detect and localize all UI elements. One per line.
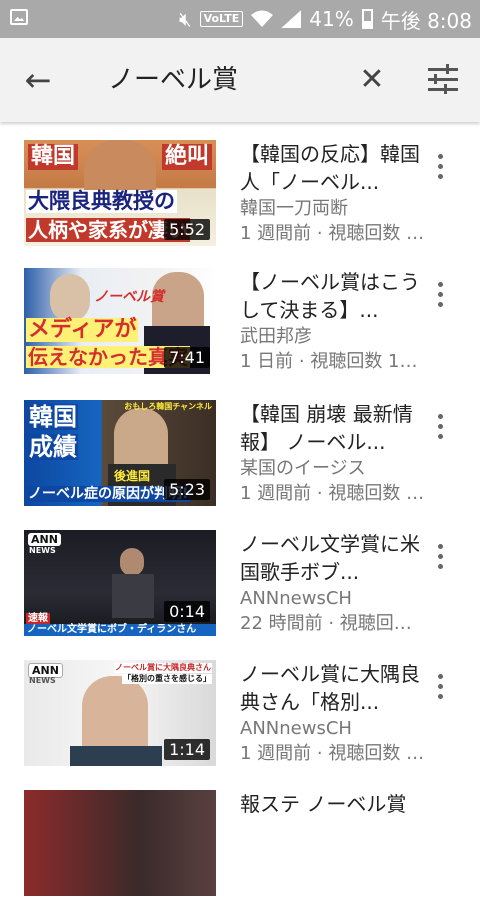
- video-stats: 1 週間前 · 視聴回数 5...: [240, 483, 425, 504]
- video-stats: 1 日前 · 視聴回数 191...: [240, 351, 425, 372]
- clock: 午後 8:08: [380, 8, 472, 33]
- thumb-text: 「格別の重さを感じる」: [122, 674, 212, 684]
- thumb-text: 韓国: [28, 403, 78, 431]
- thumb-text: 成績: [28, 433, 78, 461]
- search-query[interactable]: ノーベル賞: [108, 60, 238, 100]
- video-title[interactable]: 【ノーベル賞はこうして決まる】...: [240, 268, 425, 324]
- video-result-6[interactable]: 報ステ ノーベル賞: [0, 790, 480, 920]
- video-stats: 1 週間前 · 視聴回数 5...: [240, 223, 425, 244]
- video-thumbnail[interactable]: 韓国 絶叫 大隈良典教授の 人柄や家系が凄い 5:52: [24, 140, 216, 246]
- gallery-notification-icon: [10, 9, 28, 25]
- video-title[interactable]: 【韓国 崩壊 最新情報】 ノーベル...: [240, 400, 425, 456]
- video-title[interactable]: ノーベル賞に大隅良典さん「格別...: [240, 660, 425, 716]
- video-duration: 5:23: [164, 479, 210, 500]
- thumb-text: 絶叫: [161, 144, 212, 170]
- more-options-icon[interactable]: [428, 542, 452, 572]
- video-duration: 7:41: [164, 347, 210, 368]
- battery-icon: [361, 9, 373, 29]
- more-options-icon[interactable]: [428, 280, 452, 310]
- filter-icon[interactable]: [426, 64, 462, 94]
- thumb-text: 後進国: [114, 469, 151, 483]
- clear-search-icon[interactable]: ✕: [356, 60, 388, 100]
- thumb-text: ノーベル賞に大隅良典さん: [114, 663, 212, 673]
- back-arrow-icon[interactable]: ←: [18, 60, 58, 100]
- more-options-icon[interactable]: [428, 672, 452, 702]
- video-thumbnail[interactable]: ノーベル賞 メディアが 伝えなかった真実 7:41: [24, 268, 216, 374]
- video-result-1[interactable]: 韓国 絶叫 大隈良典教授の 人柄や家系が凄い 5:52 【韓国の反応】韓国人「ノ…: [0, 140, 480, 270]
- more-options-icon[interactable]: [428, 152, 452, 182]
- video-title[interactable]: ノーベル文学賞に米国歌手ボブ...: [240, 530, 425, 586]
- signal-icon: [281, 10, 302, 28]
- volte-icon: VoLTE: [199, 11, 244, 27]
- thumb-text: ノーベル文学賞にボブ・ディランさん: [24, 624, 216, 636]
- thumb-text: メディアが: [26, 317, 139, 342]
- thumb-text: ANN: [28, 533, 61, 546]
- video-stats: 22 時間前 · 視聴回数 1...: [240, 613, 425, 634]
- video-duration: 1:14: [164, 739, 210, 760]
- channel-name: ANNnewsCH: [240, 718, 352, 739]
- battery-percent: 41%: [309, 7, 354, 31]
- more-options-icon[interactable]: [428, 412, 452, 442]
- video-stats: 1 週間前 · 視聴回数 72...: [240, 743, 425, 764]
- video-thumbnail[interactable]: ANN NEWS ノーベル賞に大隅良典さん 「格別の重さを感じる」 1:14: [24, 660, 216, 766]
- channel-name: 武田邦彦: [240, 326, 312, 347]
- video-title[interactable]: 報ステ ノーベル賞: [240, 790, 425, 846]
- thumb-text: 韓国: [28, 144, 79, 170]
- video-result-2[interactable]: ノーベル賞 メディアが 伝えなかった真実 7:41 【ノーベル賞はこうして決まる…: [0, 268, 480, 398]
- status-bar: 🔇︎ VoLTE 41% 午後 8:08: [0, 0, 480, 38]
- channel-name: 韓国一刀両断: [240, 198, 348, 219]
- channel-name: ANNnewsCH: [240, 588, 352, 609]
- search-bar: ← ノーベル賞 ✕: [0, 38, 480, 122]
- video-result-5[interactable]: ANN NEWS ノーベル賞に大隅良典さん 「格別の重さを感じる」 1:14 ノ…: [0, 660, 480, 790]
- thumb-text: 大隈良典教授の: [26, 189, 177, 213]
- thumb-text: NEWS: [29, 546, 56, 555]
- video-title[interactable]: 【韓国の反応】韓国人「ノーベル...: [240, 140, 425, 196]
- video-thumbnail[interactable]: 韓国 成績 おもしろ韓国チャンネル 後進国 ノーベル症の原因が判明! 5:23: [24, 400, 216, 506]
- channel-name: 某国のイージス: [240, 458, 366, 479]
- thumb-text: NEWS: [29, 676, 56, 685]
- thumb-text: ノーベル賞: [94, 289, 164, 305]
- video-thumbnail[interactable]: [24, 790, 216, 896]
- video-thumbnail[interactable]: ANN NEWS 速報 ノーベル文学賞にボブ・ディランさん 0:14: [24, 530, 216, 636]
- thumb-text: おもしろ韓国チャンネル: [124, 402, 212, 411]
- mute-icon: 🔇︎: [178, 7, 192, 31]
- video-duration: 0:14: [164, 601, 210, 622]
- video-result-3[interactable]: 韓国 成績 おもしろ韓国チャンネル 後進国 ノーベル症の原因が判明! 5:23 …: [0, 400, 480, 530]
- video-result-4[interactable]: ANN NEWS 速報 ノーベル文学賞にボブ・ディランさん 0:14 ノーベル文…: [0, 530, 480, 660]
- wifi-icon: [251, 10, 274, 27]
- video-duration: 5:52: [164, 219, 210, 240]
